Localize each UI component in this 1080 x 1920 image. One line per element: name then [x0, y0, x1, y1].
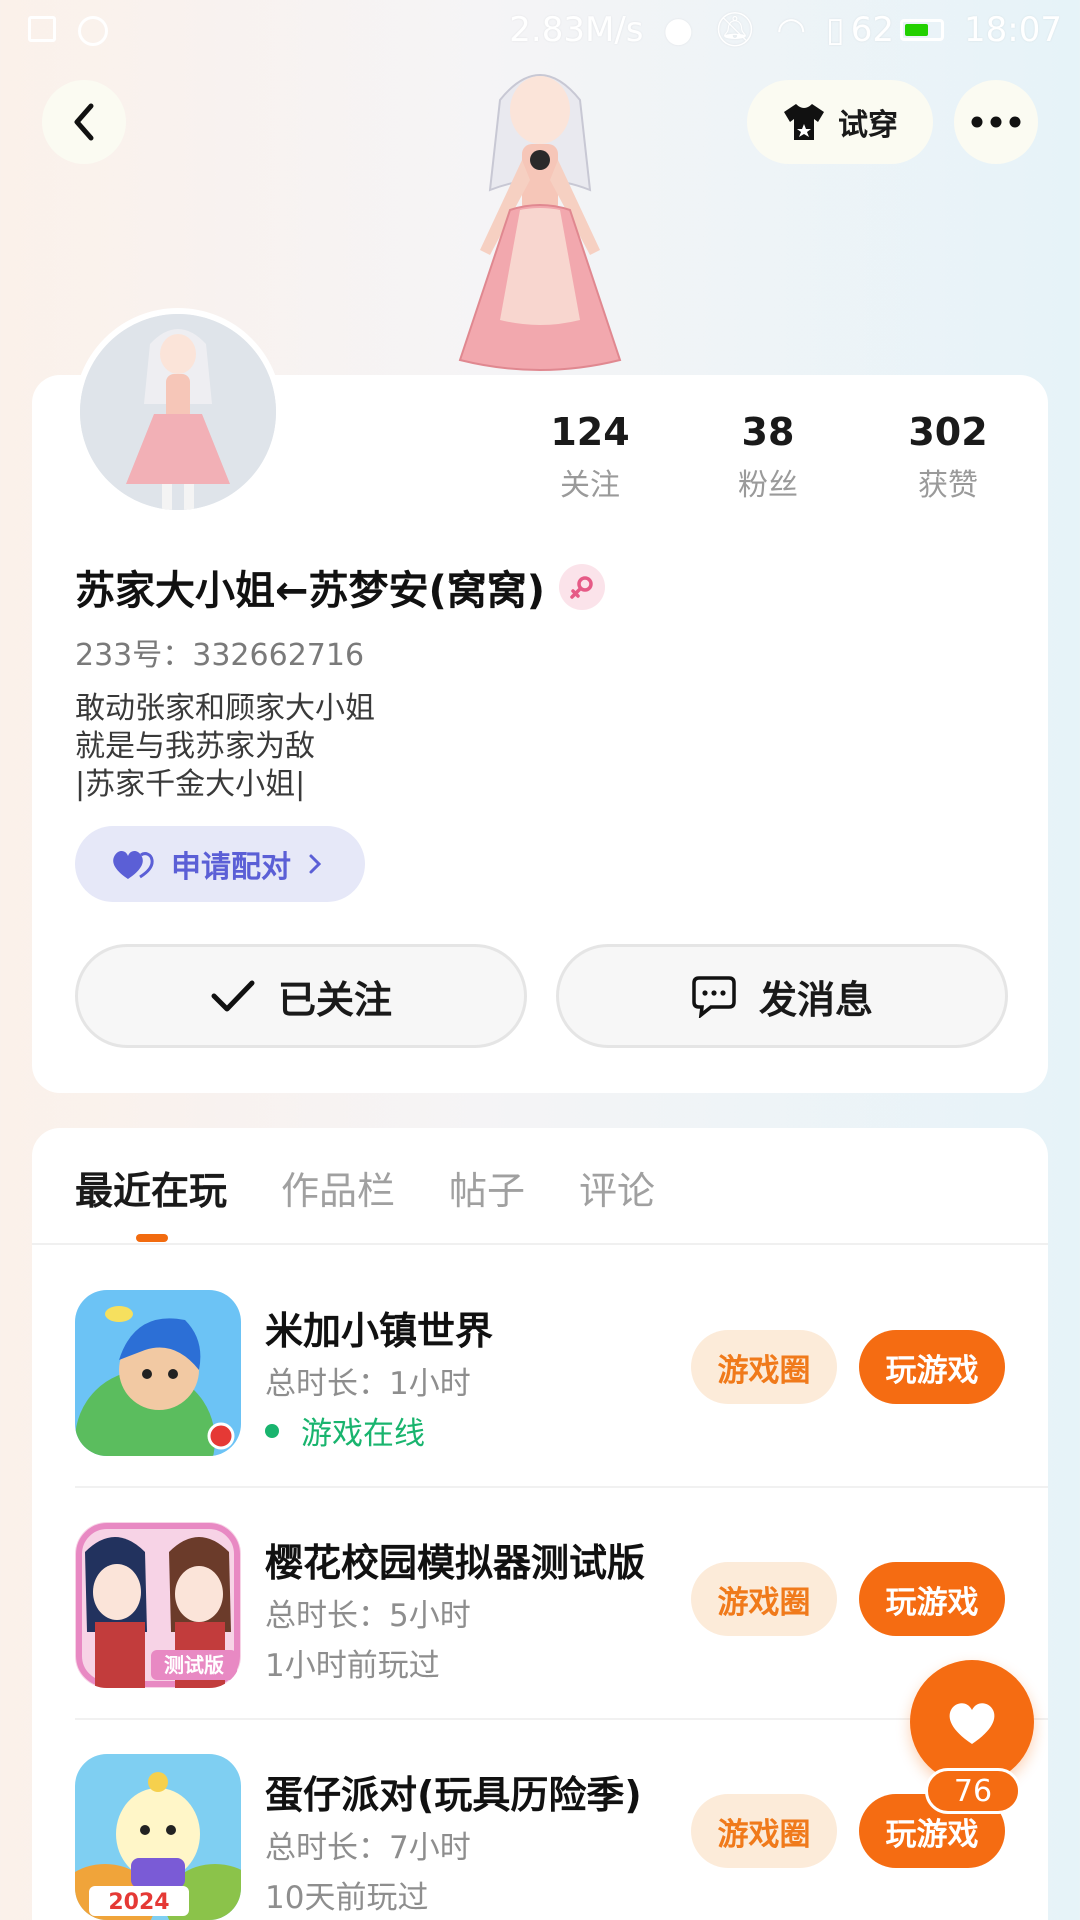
followed-label: 已关注	[277, 977, 392, 1022]
game-status: 游戏在线	[265, 1408, 425, 1453]
chat-bubble-icon	[692, 976, 736, 1018]
gallery-notification-icon	[28, 16, 56, 42]
like-count-badge: 76	[925, 1768, 1021, 1814]
bio-line: 就是与我苏家为敌	[75, 729, 315, 764]
game-list-item[interactable]: 米加小镇世界 总时长：1小时 游戏在线 游戏圈 玩游戏	[75, 1290, 1048, 1480]
game-icon-sakura-school[interactable]: 测试版	[75, 1522, 241, 1688]
row-divider	[75, 1718, 1048, 1720]
heart-pair-icon	[113, 850, 154, 879]
stat-likes-count: 302	[908, 410, 988, 454]
chevron-left-icon	[74, 103, 94, 141]
app-notification-icon	[78, 16, 108, 46]
back-button[interactable]	[42, 80, 126, 164]
stat-following-count: 124	[550, 410, 630, 454]
game-duration: 总时长：7小时	[265, 1830, 471, 1866]
try-on-button[interactable]: 试穿	[747, 80, 933, 164]
wifi-icon: ◠	[776, 10, 807, 50]
game-status-text: 游戏在线	[301, 1416, 425, 1452]
game-status: 1小时前玩过	[265, 1640, 440, 1685]
send-message-label: 发消息	[758, 977, 873, 1022]
avatar-image	[80, 314, 276, 510]
tshirt-icon	[784, 104, 824, 140]
stat-likes-label: 获赞	[918, 468, 978, 503]
profile-stats: 124 关注 38 粉丝 302 获赞	[500, 410, 1000, 510]
send-message-button[interactable]: 发消息	[556, 944, 1008, 1048]
game-status-text: 1小时前玩过	[265, 1648, 440, 1684]
stat-followers-label: 粉丝	[738, 468, 798, 503]
online-dot-icon	[265, 1423, 279, 1438]
request-pairing-button[interactable]: 申请配对	[75, 826, 365, 902]
clock: 18:07	[964, 10, 1062, 50]
tabs-divider	[32, 1243, 1048, 1245]
game-list-item[interactable]: 2024 蛋仔派对(玩具历险季) 总时长：7小时 10天前玩过 游戏圈 玩游戏	[75, 1754, 1048, 1920]
followed-button[interactable]: 已关注	[75, 944, 527, 1048]
battery-icon	[900, 19, 945, 41]
tab-comments[interactable]: 评论	[579, 1160, 655, 1215]
game-icon-eggy-party[interactable]: 2024	[75, 1754, 241, 1920]
like-button[interactable]	[910, 1660, 1034, 1784]
bio: 敢动张家和顾家大小姐 就是与我苏家为敌 |苏家千金大小姐|	[75, 690, 375, 804]
username-row: 苏家大小姐←苏梦安(窝窝)	[75, 558, 606, 616]
request-pairing-label: 申请配对	[171, 850, 291, 885]
mute-icon: 🔕︎	[713, 10, 757, 50]
battery-indicator: ▯ 62	[826, 10, 945, 50]
game-name: 樱花校园模拟器测试版	[265, 1541, 646, 1585]
game-circle-button[interactable]: 游戏圈	[691, 1330, 837, 1404]
stat-followers-count: 38	[741, 410, 795, 454]
stat-likes[interactable]: 302 获赞	[878, 410, 1018, 504]
game-name: 米加小镇世界	[265, 1309, 494, 1353]
bio-line: |苏家千金大小姐|	[75, 767, 306, 802]
play-game-button[interactable]: 玩游戏	[859, 1330, 1005, 1404]
active-tab-indicator	[136, 1234, 168, 1242]
battery-level: 62	[850, 10, 895, 50]
game-icon-badge: 2024	[108, 1890, 169, 1915]
tab-works[interactable]: 作品栏	[281, 1160, 395, 1215]
tab-recently-played[interactable]: 最近在玩	[75, 1160, 227, 1215]
game-circle-button[interactable]: 游戏圈	[691, 1794, 837, 1868]
row-divider	[75, 1486, 1048, 1488]
avatar[interactable]	[74, 308, 282, 516]
play-game-button[interactable]: 玩游戏	[859, 1562, 1005, 1636]
game-list-item[interactable]: 测试版 樱花校园模拟器测试版 总时长：5小时 1小时前玩过 游戏圈 玩游戏	[75, 1522, 1048, 1712]
chevron-right-icon	[309, 854, 322, 874]
game-icon-miga-town[interactable]	[75, 1290, 241, 1456]
status-bar: 2.83M/s ● 🔕︎ ◠ ▯ 62 18:07	[0, 0, 1080, 64]
status-left-icons	[28, 16, 108, 46]
checkmark-icon	[211, 980, 255, 1012]
account-id: 233号：332662716	[75, 638, 365, 673]
stat-followers[interactable]: 38 粉丝	[698, 410, 838, 504]
username: 苏家大小姐←苏梦安(窝窝)	[75, 568, 546, 614]
female-gender-icon	[559, 564, 606, 610]
game-icon-badge: 测试版	[164, 1653, 224, 1677]
game-name: 蛋仔派对(玩具历险季)	[265, 1773, 642, 1817]
game-status-text: 10天前玩过	[265, 1880, 429, 1916]
game-circle-button[interactable]: 游戏圈	[691, 1562, 837, 1636]
bio-line: 敢动张家和顾家大小姐	[75, 691, 375, 726]
game-duration: 总时长：1小时	[265, 1366, 471, 1402]
game-duration: 总时长：5小时	[265, 1598, 471, 1634]
messenger-icon: ●	[663, 10, 694, 50]
tab-posts[interactable]: 帖子	[449, 1160, 525, 1215]
more-options-button[interactable]	[954, 80, 1038, 164]
more-icon	[971, 116, 1021, 128]
stat-following-label: 关注	[560, 468, 620, 503]
status-right: 2.83M/s ● 🔕︎ ◠ ▯ 62 18:07	[509, 10, 1062, 50]
profile-tabs: 最近在玩 作品栏 帖子 评论	[75, 1160, 655, 1215]
game-status: 10天前玩过	[265, 1872, 428, 1917]
sim-icon: ▯	[826, 10, 845, 50]
try-on-label: 试穿	[838, 108, 898, 143]
heart-icon	[949, 1703, 995, 1744]
stat-following[interactable]: 124 关注	[520, 410, 660, 504]
network-speed: 2.83M/s	[509, 10, 644, 50]
character-illustration	[458, 74, 622, 371]
